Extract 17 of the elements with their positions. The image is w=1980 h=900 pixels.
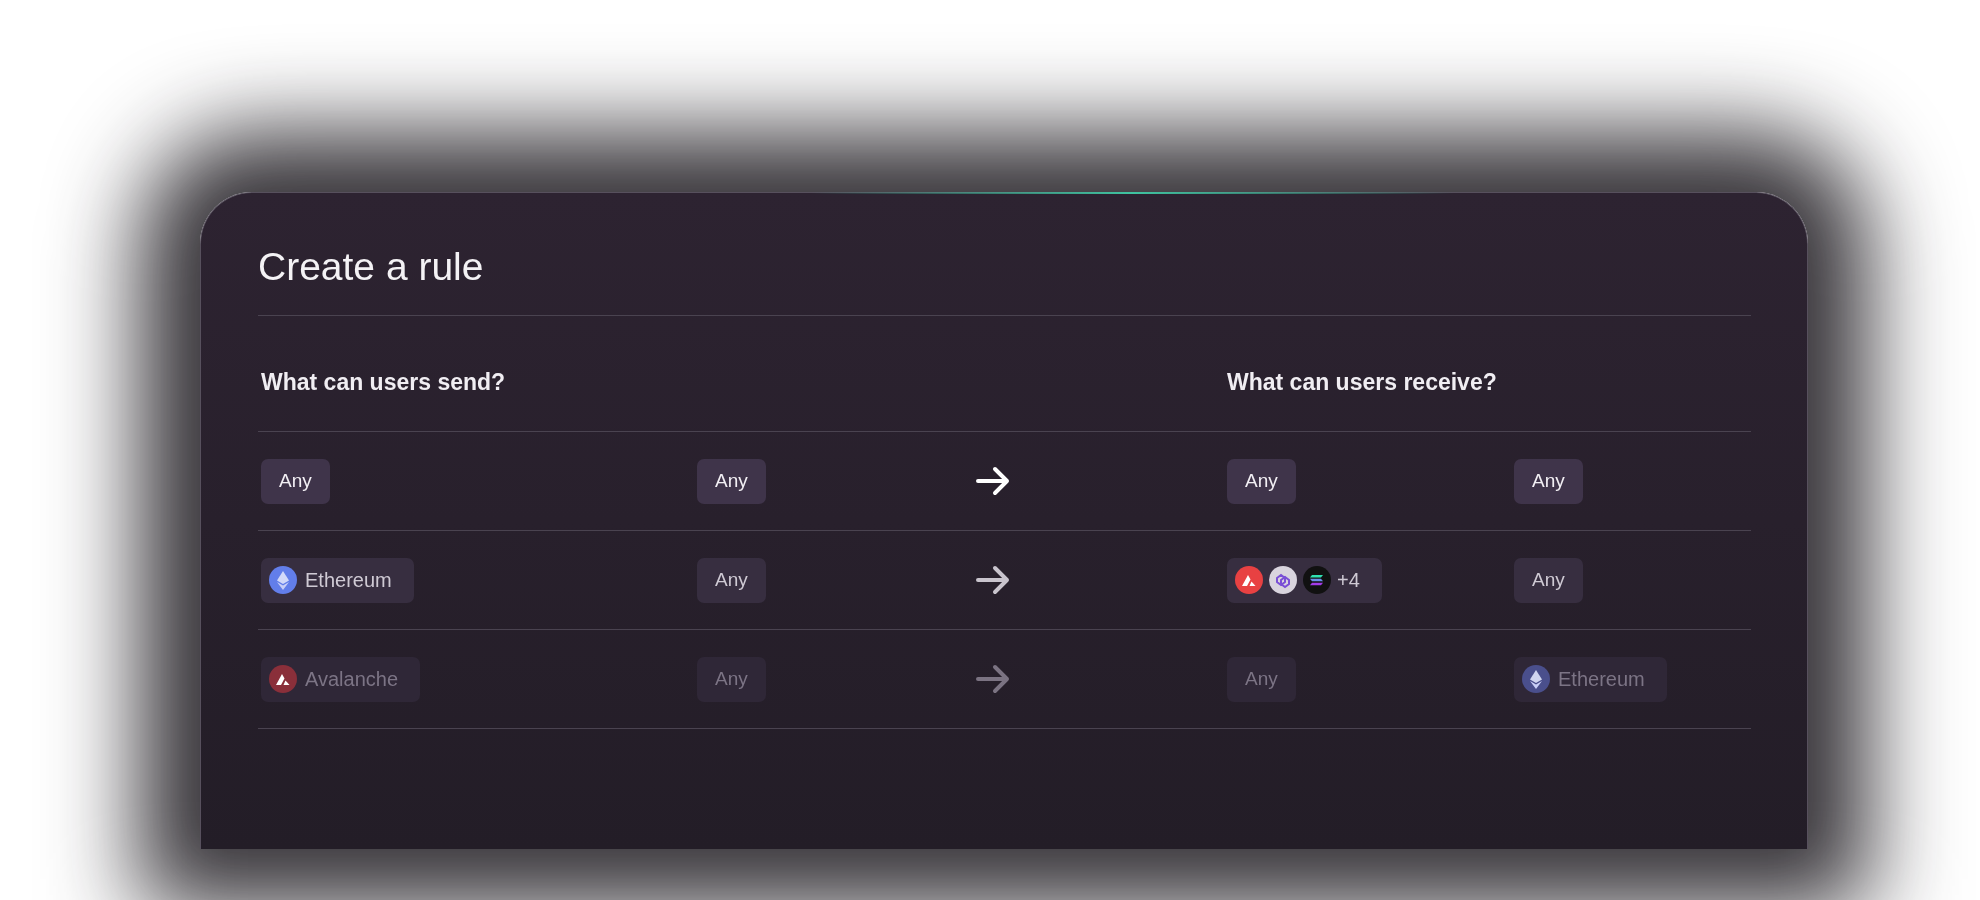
column-heading: What can users send? [261, 367, 507, 397]
token-icon [1269, 566, 1297, 594]
column-heading: What can users receive? [1227, 367, 1498, 397]
token-icon [1522, 665, 1550, 693]
token-icon [269, 566, 297, 594]
token-selector[interactable]: +4 [1227, 557, 1382, 603]
token-selector[interactable]: Any [697, 557, 766, 603]
token-selector[interactable]: Any [697, 458, 766, 504]
token-selector[interactable]: Any [1227, 458, 1296, 504]
token-selector[interactable]: Any [1514, 557, 1583, 603]
dialog-title: Create a rule [258, 244, 485, 290]
token-icon [1303, 566, 1331, 594]
token-selector[interactable]: Any [1514, 458, 1583, 504]
token-selector[interactable]: Ethereum [261, 557, 414, 603]
token-icon [1235, 566, 1263, 594]
token-selector[interactable]: Any [261, 458, 330, 504]
token-icon [269, 665, 297, 693]
